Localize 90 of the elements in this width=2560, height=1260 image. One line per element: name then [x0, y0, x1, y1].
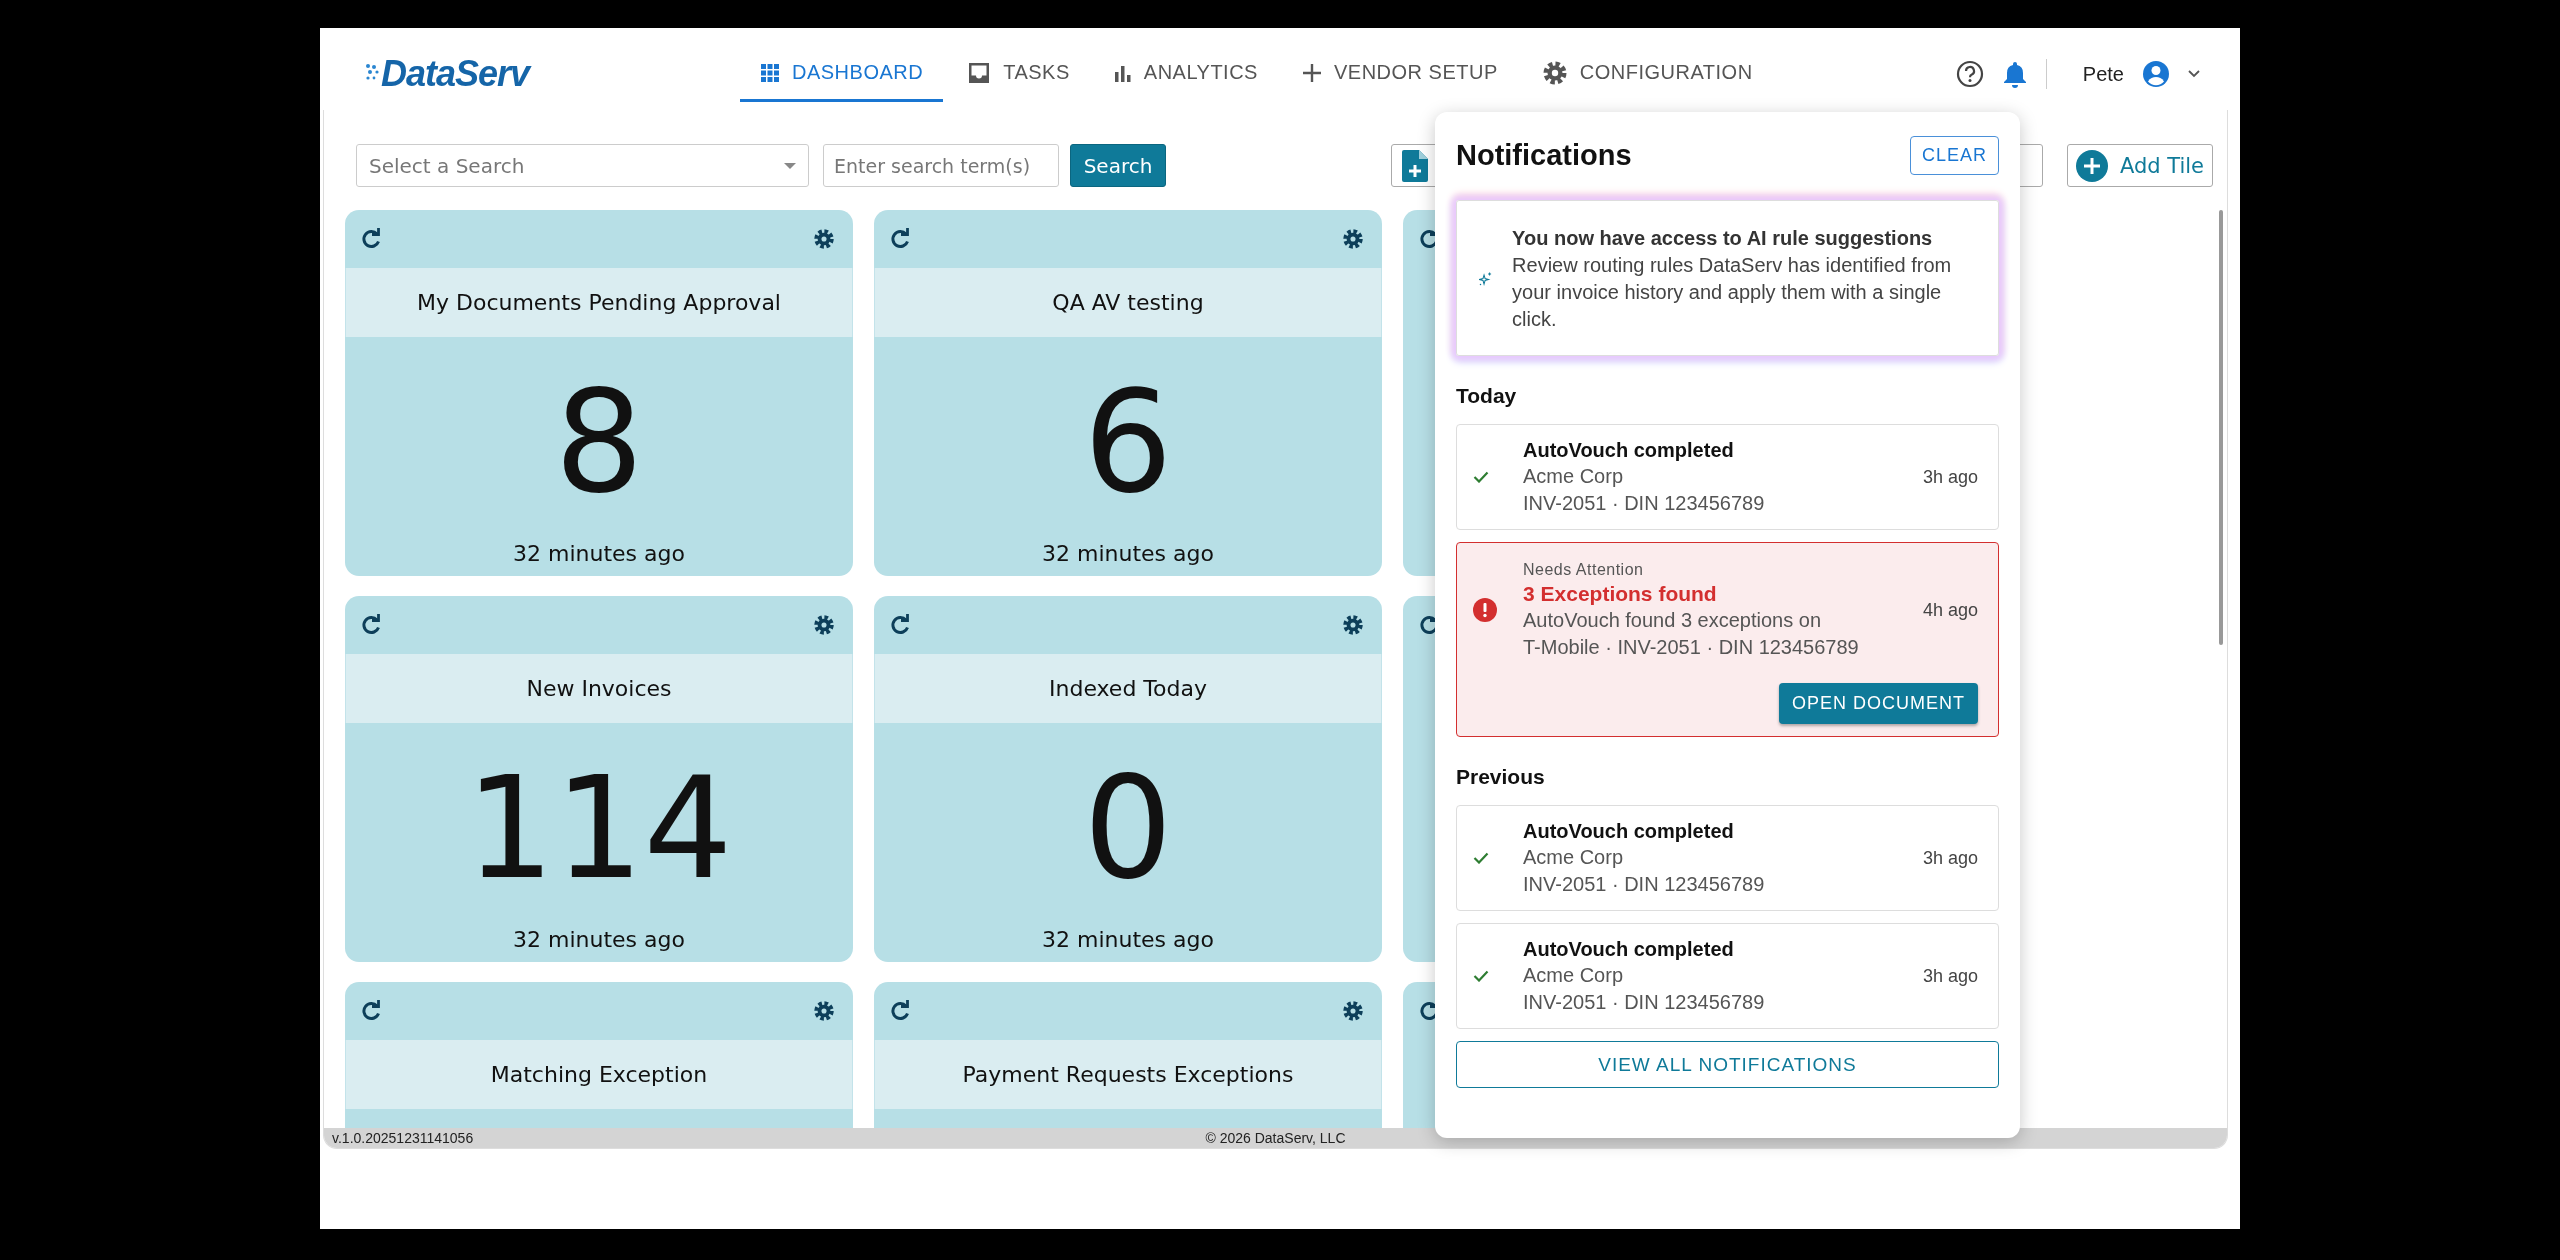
- search-field[interactable]: Enter search term(s): [823, 144, 1059, 187]
- bar-chart-icon: [1113, 63, 1132, 82]
- notification-detail: INV-2051 · DIN 123456789: [1523, 491, 1766, 516]
- notification-time: 4h ago: [1922, 599, 1978, 621]
- notifications-title: Notifications: [1456, 138, 1632, 172]
- settings-icon[interactable]: [813, 1000, 835, 1022]
- refresh-icon[interactable]: [361, 228, 383, 250]
- nav-tab[interactable]: TASKS: [947, 46, 1090, 102]
- notification-bell-icon[interactable]: [2001, 60, 2028, 88]
- tile-title: Payment Requests Exceptions: [874, 1040, 1382, 1109]
- settings-icon[interactable]: [1342, 1000, 1364, 1022]
- refresh-icon[interactable]: [890, 228, 912, 250]
- notification-title: AutoVouch completed: [1523, 819, 1735, 844]
- nav-tab[interactable]: VENDOR SETUP: [1281, 46, 1518, 102]
- version-text: v.1.0.20251231141056: [332, 1130, 474, 1146]
- notification-time: 3h ago: [1922, 965, 1978, 987]
- dashboard-tile[interactable]: New Invoices 114 32 minutes ago: [345, 596, 853, 962]
- notification-detail: INV-2051 · DIN 123456789: [1523, 872, 1766, 897]
- settings-icon[interactable]: [1342, 228, 1364, 250]
- view-all-notifications-button[interactable]: VIEW ALL NOTIFICATIONS: [1456, 1041, 1999, 1088]
- notification-title: AutoVouch completed: [1523, 937, 1735, 962]
- notification-title: 3 Exceptions found: [1523, 581, 1718, 607]
- grid-icon: [760, 62, 780, 83]
- tile-title: QA AV testing: [874, 268, 1382, 337]
- refresh-icon[interactable]: [890, 614, 912, 636]
- open-document-button[interactable]: OPEN DOCUMENT: [1779, 683, 1978, 724]
- nav-tab[interactable]: ANALYTICS: [1093, 46, 1278, 102]
- refresh-icon[interactable]: [361, 1000, 383, 1022]
- notification-card[interactable]: AutoVouch completed Acme Corp INV-2051 · DIN 123456789 3h ago: [1456, 805, 1999, 911]
- notification-time: 3h ago: [1922, 847, 1978, 869]
- user-name[interactable]: Pete: [2082, 62, 2124, 86]
- search-button[interactable]: Search: [1070, 144, 1166, 187]
- add-tile-button[interactable]: Add Tile: [2066, 144, 2213, 187]
- notification-title: AutoVouch completed: [1523, 438, 1735, 463]
- clear-button[interactable]: CLEAR: [1909, 135, 1999, 175]
- chevron-down-icon[interactable]: [2188, 70, 2200, 78]
- nav-tab[interactable]: CONFIGURATION: [1521, 46, 1773, 102]
- inbox-icon: [967, 60, 992, 85]
- tile-count: 114: [465, 759, 733, 899]
- notification-card[interactable]: AutoVouch completed Acme Corp INV-2051 · DIN 123456789 3h ago: [1456, 424, 1999, 530]
- dashboard-tile[interactable]: Indexed Today 0 32 minutes ago: [874, 596, 1382, 962]
- ai-suggestion-banner[interactable]: You now have access to AI rule suggestions Review routing rules DataServ has identified from your invoice history and apply them with a single click.: [1456, 200, 1999, 356]
- settings-icon[interactable]: [1342, 614, 1364, 636]
- dashboard-tile[interactable]: QA AV testing 6 32 minutes ago: [874, 210, 1382, 576]
- plus-circle-icon: [2075, 149, 2108, 182]
- refresh-icon[interactable]: [890, 1000, 912, 1022]
- tile-count: 8: [554, 373, 644, 513]
- help-icon[interactable]: [1955, 60, 1984, 88]
- ai-suggestion-text: You now have access to AI rule suggestions Review routing rules DataServ has identified from your invoice history and apply them with a single click.: [1512, 226, 1953, 332]
- tile-title: New Invoices: [345, 654, 853, 723]
- notification-detail: Acme Corp: [1523, 963, 1625, 988]
- dashboard-tile[interactable]: Payment Requests Exceptions: [874, 982, 1382, 1128]
- check-icon: [1473, 852, 1489, 864]
- settings-icon[interactable]: [813, 228, 835, 250]
- check-icon: [1473, 970, 1489, 982]
- refresh-icon[interactable]: [361, 614, 383, 636]
- nav-tab[interactable]: DASHBOARD: [740, 46, 944, 102]
- notification-detail: INV-2051 · DIN 123456789: [1523, 990, 1766, 1015]
- copyright-text: © 2026 DataServ, LLC: [1205, 1130, 1346, 1146]
- alert-notification-card[interactable]: Needs Attention 3 Exceptions found AutoVouch found 3 exceptions on T-Mobile · INV-2051 · DIN 123456789 4h ago OPEN DOCUMENT: [1456, 542, 1999, 737]
- section-heading: Previous: [1456, 765, 1546, 789]
- settings-icon[interactable]: [813, 614, 835, 636]
- notification-time: 3h ago: [1922, 466, 1978, 488]
- tile-title: Matching Exception: [345, 1040, 853, 1109]
- tile-count: 6: [1083, 373, 1173, 513]
- notification-detail: Acme Corp: [1523, 845, 1625, 870]
- saved-search-select[interactable]: Select a Search: [356, 144, 809, 187]
- tile-updated-time: 32 minutes ago: [513, 927, 685, 952]
- tile-updated-time: 32 minutes ago: [1042, 927, 1214, 952]
- scrollbar[interactable]: [2219, 210, 2223, 645]
- document-plus-icon: [1402, 149, 1428, 182]
- error-icon: [1473, 598, 1497, 622]
- logo-text: DataServ: [381, 53, 530, 95]
- notification-detail: T-Mobile · INV-2051 · DIN 123456789: [1523, 635, 1860, 660]
- tile-updated-time: 32 minutes ago: [513, 541, 685, 566]
- tile-updated-time: 32 minutes ago: [1042, 541, 1214, 566]
- section-heading: Today: [1456, 384, 1518, 408]
- dashboard-tile[interactable]: Matching Exception: [345, 982, 853, 1128]
- user-avatar-icon[interactable]: [2142, 60, 2170, 88]
- dashboard-tile[interactable]: My Documents Pending Approval 8 32 minutes ago: [345, 210, 853, 576]
- notification-card[interactable]: AutoVouch completed Acme Corp INV-2051 · DIN 123456789 3h ago: [1456, 923, 1999, 1029]
- settings-icon: [1541, 59, 1568, 86]
- check-icon: [1473, 471, 1489, 483]
- tile-title: My Documents Pending Approval: [345, 268, 853, 337]
- notification-label: Needs Attention: [1523, 560, 1645, 580]
- tile-count: 0: [1083, 759, 1173, 899]
- notification-detail: AutoVouch found 3 exceptions on: [1523, 608, 1822, 633]
- tile-title: Indexed Today: [874, 654, 1382, 723]
- plus-icon: [1301, 62, 1322, 83]
- notification-detail: Acme Corp: [1523, 464, 1625, 489]
